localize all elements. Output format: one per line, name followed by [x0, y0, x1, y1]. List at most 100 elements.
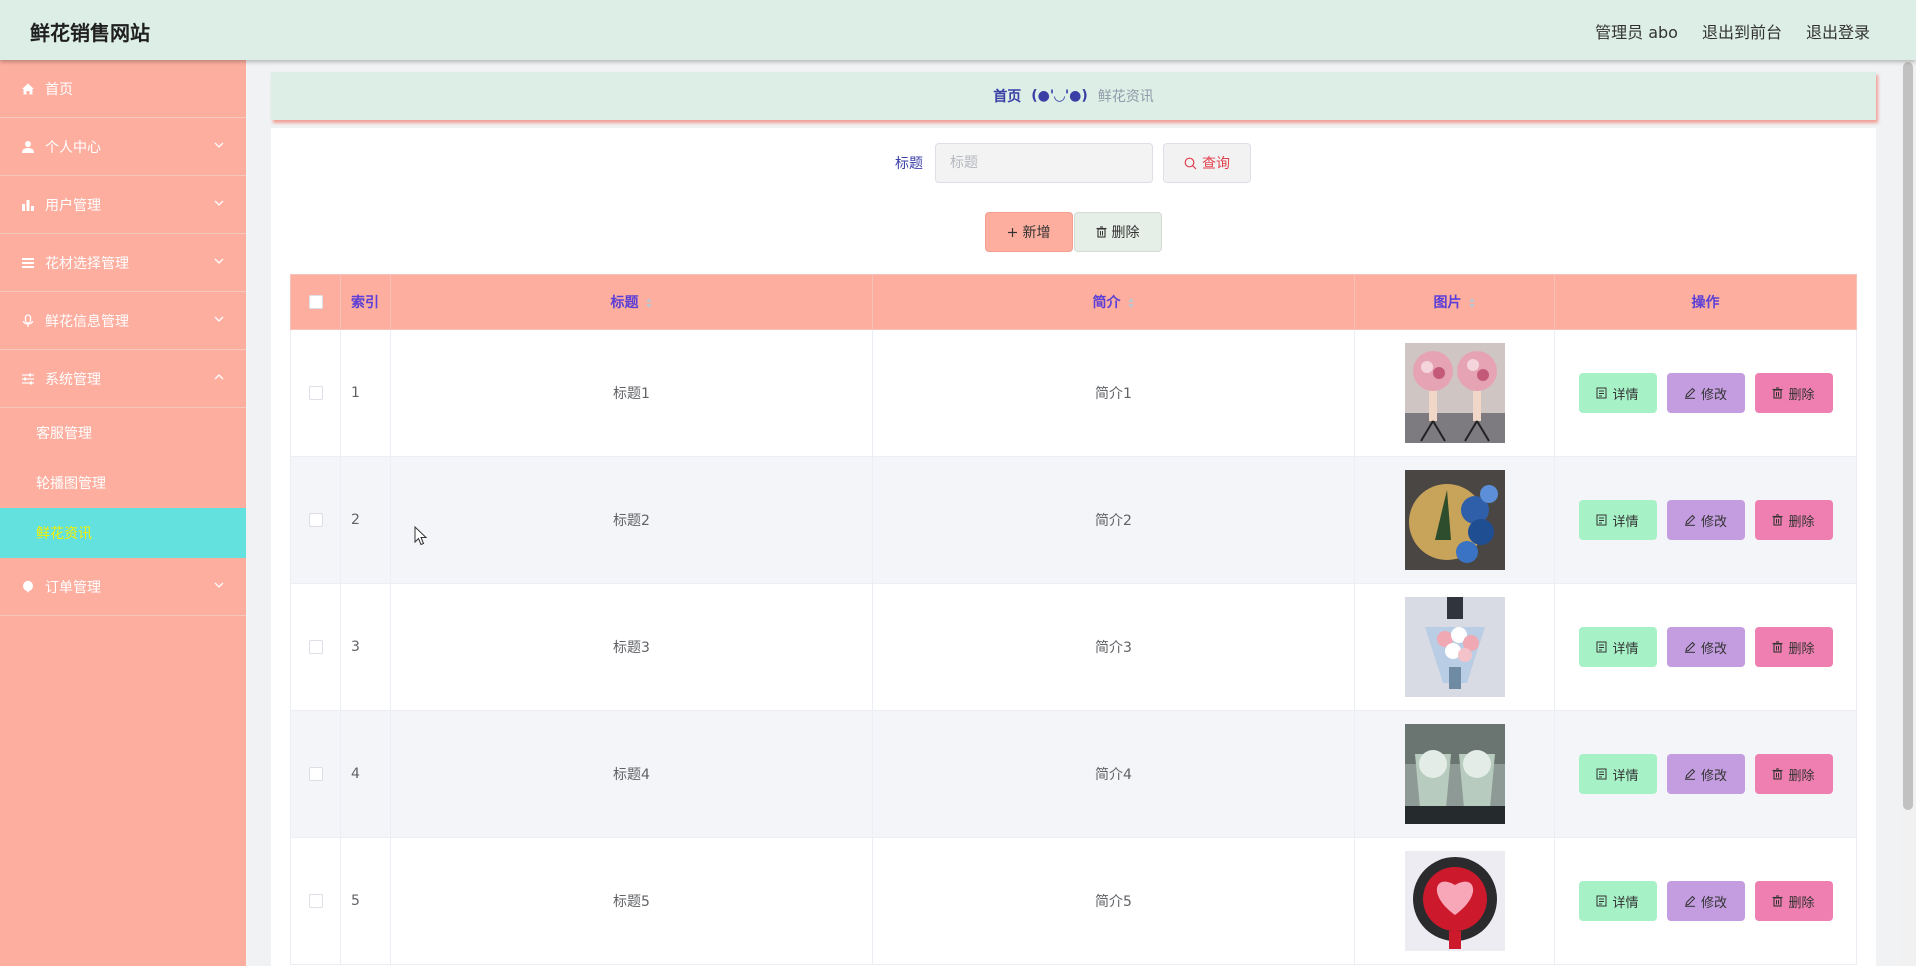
scrollbar-thumb[interactable] [1903, 62, 1913, 810]
flower-image[interactable] [1404, 470, 1505, 570]
sidebar: 首页 个人中心 用户管理 花材选择管理 鲜花信息管理 系统管理 客服管理 轮播图… [0, 60, 246, 966]
table-row: 4 标题4 简介4 详情 修改 删除 [290, 710, 1857, 838]
sidebar-item-user-management[interactable]: 用户管理 [0, 176, 246, 234]
row-checkbox[interactable] [308, 386, 323, 400]
add-button[interactable]: 新增 [984, 212, 1073, 252]
news-table: 索引 标题 简介 图片 操作 1 标题1 简介1 详情 修改 删除 2 标题2 简介2 详情 修改删… [290, 274, 1857, 965]
table-header-row: 索引 标题 简介 图片 操作 [290, 274, 1857, 330]
delete-button[interactable]: 删除 [1754, 881, 1833, 921]
title-search-input[interactable] [935, 143, 1153, 183]
edit-button[interactable]: 修改 [1666, 627, 1745, 667]
pencil-icon [1684, 387, 1696, 399]
sort-icon [1127, 298, 1134, 308]
sidebar-item-label: 订单管理 [45, 579, 101, 596]
delete-button-label: 删除 [1788, 387, 1815, 403]
row-intro: 简介2 [872, 456, 1355, 584]
row-select-cell [290, 837, 341, 965]
breadcrumb: 首页 (●'◡'●) 鲜花资讯 [271, 72, 1876, 120]
select-all-checkbox[interactable] [308, 295, 323, 309]
row-index: 5 [340, 837, 391, 965]
sidebar-item-order-management[interactable]: 订单管理 [0, 558, 246, 616]
sidebar-item-system-management[interactable]: 系统管理 [0, 350, 246, 408]
detail-button-label: 详情 [1612, 768, 1639, 784]
flower-image[interactable] [1404, 851, 1505, 951]
list-icon [20, 255, 36, 271]
edit-button[interactable]: 修改 [1666, 373, 1745, 413]
row-intro: 简介5 [872, 837, 1355, 965]
action-bar: 新增 删除 [246, 212, 1900, 252]
exit-to-front-link[interactable]: 退出到前台 [1702, 19, 1782, 43]
search-label: 标题 [895, 156, 923, 172]
mouse-cursor-icon [414, 526, 428, 546]
row-title: 标题5 [390, 837, 873, 965]
table-row: 1 标题1 简介1 详情 修改 删除 [290, 329, 1857, 457]
edit-button[interactable]: 修改 [1666, 500, 1745, 540]
sidebar-item-flower-material[interactable]: 花材选择管理 [0, 234, 246, 292]
row-title: 标题4 [390, 710, 873, 838]
row-select-cell [290, 329, 341, 457]
sidebar-subitem-carousel[interactable]: 轮播图管理 [0, 458, 246, 508]
breadcrumb-separator: (●'◡'●) [1031, 88, 1088, 104]
sidebar-item-label: 系统管理 [45, 371, 101, 388]
sidebar-subitem-flower-news[interactable]: 鲜花资讯 [0, 508, 246, 558]
flower-image[interactable] [1404, 597, 1505, 697]
column-header-label: 简介 [1092, 295, 1121, 311]
delete-button[interactable]: 删除 [1754, 373, 1833, 413]
detail-button[interactable]: 详情 [1578, 754, 1657, 794]
detail-button[interactable]: 详情 [1578, 881, 1657, 921]
select-all-cell [290, 274, 341, 330]
sidebar-item-home[interactable]: 首页 [0, 60, 246, 118]
edit-button[interactable]: 修改 [1666, 881, 1745, 921]
sidebar-item-personal-center[interactable]: 个人中心 [0, 118, 246, 176]
logout-link[interactable]: 退出登录 [1806, 19, 1870, 43]
main-content: 首页 (●'◡'●) 鲜花资讯 标题 查询 新增 删除 索引 标题 [246, 60, 1900, 966]
document-icon [1596, 514, 1607, 526]
sidebar-item-label: 花材选择管理 [45, 255, 129, 272]
flower-image[interactable] [1404, 343, 1505, 443]
row-image-cell [1354, 710, 1555, 838]
row-intro: 简介3 [872, 583, 1355, 711]
bulk-delete-button[interactable]: 删除 [1073, 212, 1162, 252]
row-checkbox[interactable] [308, 767, 323, 781]
admin-label: 管理员 abo [1595, 23, 1678, 42]
table-row: 2 标题2 简介2 详情 修改 删除 [290, 456, 1857, 584]
row-index: 4 [340, 710, 391, 838]
search-icon [1184, 157, 1197, 169]
row-checkbox[interactable] [308, 513, 323, 527]
column-header-image[interactable]: 图片 [1354, 274, 1555, 330]
row-intro: 简介4 [872, 710, 1355, 838]
sliders-icon [20, 371, 36, 387]
delete-button[interactable]: 删除 [1754, 627, 1833, 667]
sidebar-item-label: 鲜花信息管理 [45, 313, 129, 330]
query-button[interactable]: 查询 [1163, 143, 1251, 183]
detail-button[interactable]: 详情 [1578, 500, 1657, 540]
sidebar-item-flower-info[interactable]: 鲜花信息管理 [0, 292, 246, 350]
edit-button-label: 修改 [1700, 768, 1727, 784]
row-checkbox[interactable] [308, 640, 323, 654]
breadcrumb-home[interactable]: 首页 [993, 86, 1021, 106]
row-title: 标题1 [390, 329, 873, 457]
column-header-title[interactable]: 标题 [390, 274, 873, 330]
delete-button[interactable]: 删除 [1754, 754, 1833, 794]
row-index: 2 [340, 456, 391, 584]
delete-button-label: 删除 [1788, 895, 1815, 911]
sidebar-item-label: 首页 [45, 81, 73, 98]
delete-button[interactable]: 删除 [1754, 500, 1833, 540]
query-button-label: 查询 [1202, 156, 1230, 172]
page-scrollbar[interactable] [1900, 60, 1916, 966]
row-checkbox[interactable] [308, 894, 323, 908]
row-actions-cell: 详情 修改 删除 [1554, 583, 1857, 711]
column-header-intro[interactable]: 简介 [872, 274, 1355, 330]
document-icon [1596, 641, 1607, 653]
pencil-icon [1684, 768, 1696, 780]
column-header-actions: 操作 [1554, 274, 1857, 330]
detail-button[interactable]: 详情 [1578, 373, 1657, 413]
row-image-cell [1354, 837, 1555, 965]
sidebar-subitem-customer-service[interactable]: 客服管理 [0, 408, 246, 458]
sidebar-item-label: 用户管理 [45, 197, 101, 214]
chevron-up-icon [214, 374, 224, 380]
flower-image[interactable] [1404, 724, 1505, 824]
row-select-cell [290, 583, 341, 711]
edit-button[interactable]: 修改 [1666, 754, 1745, 794]
detail-button[interactable]: 详情 [1578, 627, 1657, 667]
